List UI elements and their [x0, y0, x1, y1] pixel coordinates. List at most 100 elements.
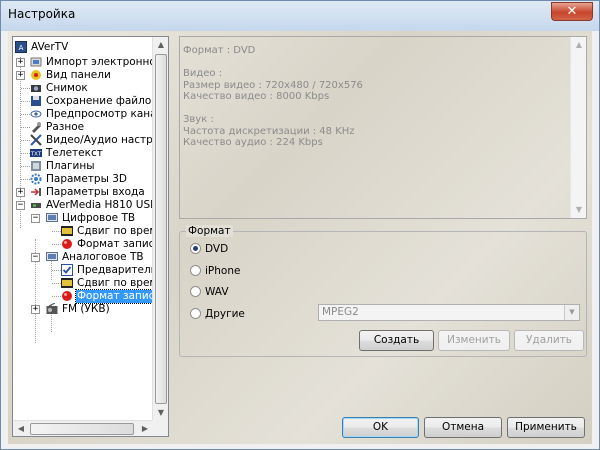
apply-button[interactable]: Применить — [507, 417, 585, 438]
tree-line — [52, 283, 61, 284]
input-icon — [30, 186, 42, 198]
tree-item-digital-timeshift[interactable]: Сдвиг по времени — [61, 225, 153, 238]
format-info-text: Формат : DVD Видео : Размер видео : 720x… — [183, 45, 563, 149]
info-line: Качество видео : 8000 Kbps — [183, 91, 330, 102]
panel-icon — [30, 69, 42, 81]
radio-dvd[interactable]: DVD — [190, 242, 228, 256]
radio-unselected-icon — [190, 308, 201, 319]
timeshift-icon — [61, 225, 73, 237]
format-group-title: Формат — [186, 225, 233, 237]
tree-line — [52, 231, 61, 232]
camera-icon — [30, 82, 42, 94]
radio-icon — [46, 302, 58, 315]
tv-icon — [46, 251, 58, 263]
tree-item-digital-record-format[interactable]: Формат записи — [61, 238, 153, 251]
format-combo[interactable]: MPEG2 ▼ — [318, 304, 580, 321]
tree-item-misc[interactable]: Разное — [30, 121, 85, 134]
collapse-toggle[interactable]: − — [31, 253, 40, 262]
scroll-left-arrow-icon[interactable]: ◀ — [13, 421, 29, 436]
radio-wav[interactable]: WAV — [190, 285, 229, 299]
scroll-thumb[interactable] — [30, 423, 134, 435]
save-icon — [30, 95, 42, 107]
expand-toggle[interactable]: + — [16, 188, 25, 197]
record-icon — [61, 290, 73, 302]
scroll-right-arrow-icon[interactable]: ▶ — [137, 421, 153, 436]
expand-toggle[interactable]: + — [16, 71, 25, 80]
timeshift-icon — [61, 277, 73, 289]
scroll-down-arrow-icon[interactable]: ▼ — [153, 405, 168, 421]
tree-vertical-scrollbar[interactable]: ▲ ▼ — [152, 37, 168, 421]
tree-item-channel-preview[interactable]: Предпросмотр каналов — [30, 108, 153, 121]
collapse-toggle[interactable]: − — [31, 214, 40, 223]
info-line: Качество аудио : 224 Kbps — [183, 137, 323, 148]
expand-toggle[interactable]: + — [16, 58, 25, 67]
app-icon: A — [15, 41, 27, 53]
tree-line — [21, 179, 30, 180]
settings-tree[interactable]: AAVerTV + Импорт электронной прогр + Вид… — [12, 36, 169, 437]
tree-item-file-saving[interactable]: Сохранение файлов — [30, 95, 153, 108]
tree-item-input-params[interactable]: Параметры входа — [30, 186, 146, 199]
info-line: Звук : — [183, 114, 214, 125]
import-icon — [30, 56, 42, 68]
delete-button[interactable]: Удалить — [514, 330, 584, 351]
eye-icon — [30, 108, 42, 120]
tree-content: AAVerTV + Импорт электронной прогр + Вид… — [13, 37, 153, 421]
misc-icon — [30, 121, 42, 133]
tree-item-video-audio[interactable]: Видео/Аудио настройки — [30, 134, 153, 147]
device-icon — [30, 199, 42, 211]
info-line — [183, 103, 563, 115]
scroll-up-arrow-icon[interactable]: ▲ — [153, 37, 168, 53]
info-vertical-scrollbar[interactable]: ▲ ▼ — [570, 37, 586, 218]
tree-horizontal-scrollbar[interactable]: ◀ ▶ — [13, 420, 153, 436]
edit-button[interactable]: Изменить — [438, 330, 510, 351]
tree-item-plugins[interactable]: Плагины — [30, 160, 96, 173]
tree-item-avertv[interactable]: A AVerTV — [15, 41, 69, 54]
create-button[interactable]: Создать — [359, 330, 434, 351]
format-group: Формат DVD iPhone WAV Другие MPEG2 ▼ Соз… — [179, 225, 587, 357]
teletext-icon: TXT — [30, 147, 42, 159]
tree-line — [21, 114, 30, 115]
tree-line — [52, 244, 61, 245]
title-bar: Настройка ✕ — [1, 1, 599, 31]
tree-item-analog-record-format[interactable]: Формат записи — [61, 289, 153, 304]
radio-selected-icon — [190, 243, 201, 254]
tools-icon — [30, 134, 42, 146]
svg-text:TXT: TXT — [30, 152, 42, 158]
tree-item-panel-view[interactable]: Вид панели — [30, 69, 112, 82]
info-line: Частота дискретизации : 48 KHz — [183, 125, 355, 137]
close-button[interactable]: ✕ — [551, 2, 593, 21]
tree-item-analog-tv[interactable]: Аналоговое ТВ — [46, 251, 145, 264]
info-line: Размер видео : 720x480 / 720x576 — [183, 79, 363, 91]
window-title: Настройка — [8, 7, 76, 21]
tv-icon — [46, 212, 58, 224]
tree-item-fm-radio[interactable]: FM (УКВ) — [46, 302, 111, 316]
tree-item-analog-preview[interactable]: Предварительный — [61, 264, 153, 277]
scroll-down-arrow-icon[interactable]: ▼ — [571, 202, 587, 218]
tree-item-device[interactable]: AVerMedia H810 USB Hybri — [30, 199, 153, 212]
checkbox-icon — [61, 264, 73, 276]
ok-button[interactable]: OK — [342, 417, 419, 438]
expand-toggle[interactable]: + — [31, 305, 40, 314]
tree-item-import-epg[interactable]: Импорт электронной прогр — [30, 56, 153, 69]
info-line — [183, 57, 563, 69]
radio-iphone[interactable]: iPhone — [190, 264, 240, 278]
format-combo-value: MPEG2 — [322, 306, 359, 318]
tree-item-snapshot[interactable]: Снимок — [30, 82, 89, 95]
radio-unselected-icon — [190, 265, 201, 276]
tree-item-digital-tv[interactable]: Цифровое ТВ — [46, 212, 136, 225]
tree-line — [52, 270, 61, 271]
gear-icon — [30, 173, 42, 185]
plugin-icon — [30, 160, 42, 172]
scroll-thumb[interactable] — [155, 54, 167, 404]
tree-line — [21, 101, 30, 102]
info-line: Формат : DVD — [183, 45, 256, 56]
scroll-up-arrow-icon[interactable]: ▲ — [571, 37, 587, 53]
radio-other[interactable]: Другие — [190, 307, 245, 321]
tree-item-3d-params[interactable]: Параметры 3D — [30, 173, 128, 186]
chevron-down-icon[interactable]: ▼ — [564, 305, 579, 320]
collapse-toggle[interactable]: − — [16, 201, 25, 210]
tree-line — [21, 153, 30, 154]
cancel-button[interactable]: Отмена — [424, 417, 502, 438]
tree-item-analog-timeshift[interactable]: Сдвиг по времени — [61, 277, 153, 290]
tree-item-teletext[interactable]: TXT Телетекст — [30, 147, 104, 160]
